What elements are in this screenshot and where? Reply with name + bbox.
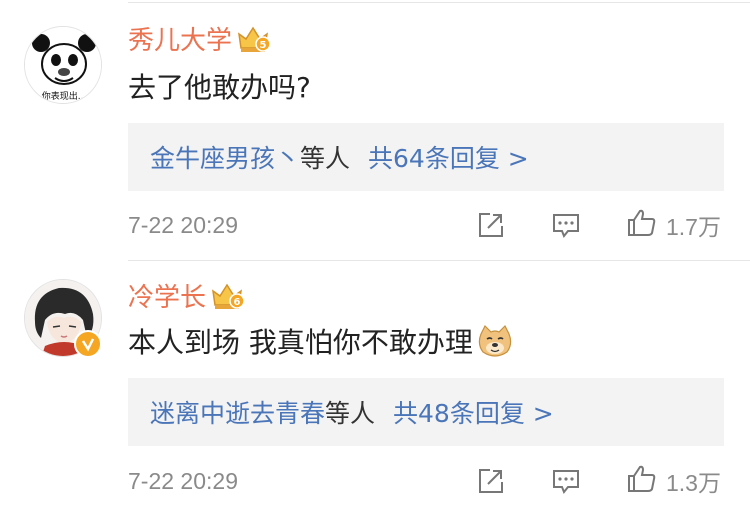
like-count: 1.3万 xyxy=(666,470,721,496)
timestamp: 7-22 20:29 xyxy=(128,212,238,238)
like-count: 1.7万 xyxy=(666,214,721,240)
avatar[interactable]: 你表现出... xyxy=(24,26,102,104)
username[interactable]: 冷学长 6 xyxy=(128,281,246,320)
share-icon[interactable] xyxy=(476,466,506,496)
comment-text-content: 去了他敢办吗? xyxy=(128,71,311,104)
panda-meme-icon: 你表现出... xyxy=(25,27,101,103)
reply-preview[interactable]: 迷离中逝去青春 等人 共48条回复 > xyxy=(128,378,724,446)
comment-icon[interactable] xyxy=(551,466,581,496)
top-divider xyxy=(128,2,750,3)
comment-text-content: 本人到场 我真怕你不敢办理 xyxy=(128,326,473,359)
reply-usernames[interactable]: 迷离中逝去青春 xyxy=(150,394,325,430)
reply-usernames[interactable]: 金牛座男孩丶 xyxy=(150,139,300,175)
reply-count-link[interactable]: 共48条回复 > xyxy=(393,394,554,430)
timestamp: 7-22 20:29 xyxy=(128,468,238,494)
svg-text:你表现出...: 你表现出... xyxy=(42,90,87,102)
comment-divider xyxy=(128,260,750,261)
username-label[interactable]: 冷学长 xyxy=(128,283,206,313)
comment-text: 去了他敢办吗? xyxy=(128,69,311,107)
comment-meta: 7-22 20:29 1.3万 xyxy=(0,461,750,501)
username-label[interactable]: 秀儿大学 xyxy=(128,26,232,56)
share-icon[interactable] xyxy=(476,210,506,240)
crown-icon: 5 xyxy=(236,24,272,63)
reply-preview[interactable]: 金牛座男孩丶 等人 共64条回复 > xyxy=(128,123,724,191)
like-button[interactable]: 1.7万 xyxy=(626,205,721,245)
comment-meta: 7-22 20:29 1.7万 xyxy=(0,205,750,245)
thumbs-up-icon[interactable] xyxy=(626,207,658,243)
crown-icon: 6 xyxy=(210,281,246,320)
reply-sep: 等人 xyxy=(325,399,376,428)
svg-text:5: 5 xyxy=(260,40,267,51)
verified-badge-icon xyxy=(74,330,102,358)
like-button[interactable]: 1.3万 xyxy=(626,461,721,501)
comment-text: 本人到场 我真怕你不敢办理 xyxy=(128,324,513,368)
username[interactable]: 秀儿大学 5 xyxy=(128,24,272,63)
reply-sep: 等人 xyxy=(300,144,351,173)
svg-text:6: 6 xyxy=(234,297,241,308)
doge-emoji-icon xyxy=(477,324,513,368)
thumbs-up-icon[interactable] xyxy=(626,463,658,499)
comment-icon[interactable] xyxy=(551,210,581,240)
reply-count-link[interactable]: 共64条回复 > xyxy=(368,139,529,175)
